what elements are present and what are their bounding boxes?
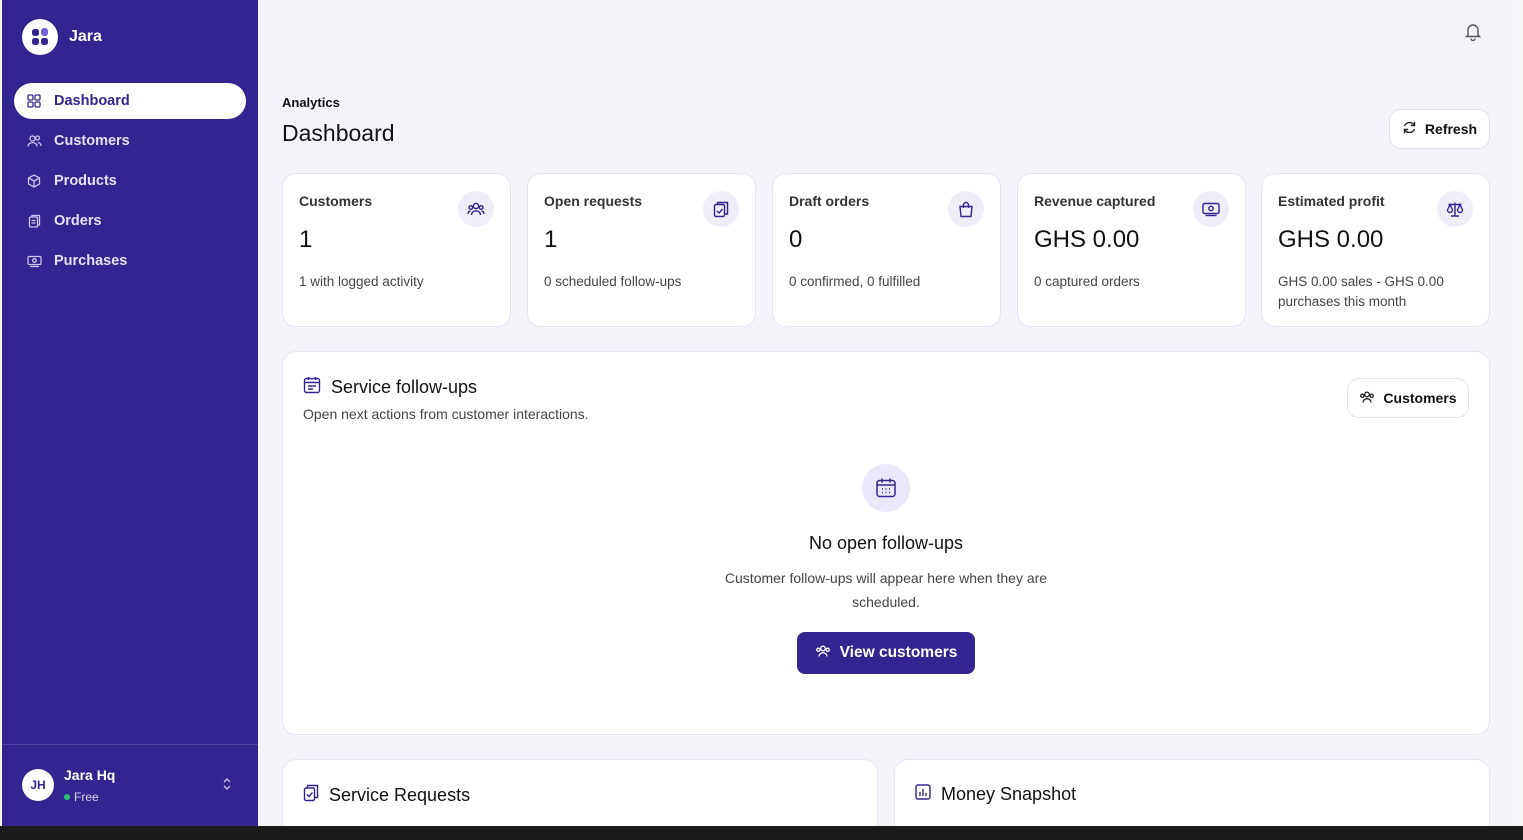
empty-state-title: No open follow-ups: [808, 533, 964, 553]
brand[interactable]: Jara: [22, 19, 102, 55]
customers-button[interactable]: Customers: [1347, 378, 1469, 418]
grid-icon: [26, 93, 42, 109]
cash-icon: [1193, 191, 1229, 227]
refresh-label: Refresh: [1424, 121, 1478, 137]
stat-value: GHS 0.00: [1034, 226, 1140, 253]
user-menu[interactable]: JH Jara Hq Free: [2, 744, 258, 826]
panel-title-text: Service Requests: [329, 785, 471, 805]
window-bottom-bar: [0, 826, 1523, 840]
sidebar-item-orders[interactable]: Orders: [14, 203, 246, 239]
stat-label: Estimated profit: [1278, 193, 1385, 209]
stat-subtext: 0 scheduled follow-ups: [544, 274, 682, 289]
plan-label: Free: [74, 790, 99, 804]
clipboard-icon: [303, 784, 319, 807]
stat-label: Revenue captured: [1034, 193, 1156, 209]
page-eyebrow: Analytics: [282, 95, 340, 110]
clipboard-check-icon: [703, 191, 739, 227]
stat-card-estimated-profit[interactable]: Estimated profit GHS 0.00 GHS 0.00 sales…: [1261, 173, 1490, 327]
service-requests-panel: Service Requests: [282, 759, 878, 826]
sidebar-item-label: Customers: [54, 133, 130, 149]
users-icon: [26, 133, 42, 149]
user-name: Jara Hq: [64, 767, 116, 783]
brand-name: Jara: [69, 28, 102, 45]
stat-value: 1: [544, 226, 558, 253]
avatar: JH: [22, 769, 54, 801]
view-customers-button[interactable]: View customers: [797, 632, 975, 674]
panel-title-text: Money Snapshot: [941, 784, 1077, 804]
calendar-icon: [862, 464, 910, 512]
users-icon: [815, 644, 831, 663]
bell-icon[interactable]: [1463, 21, 1483, 46]
customers-button-label: Customers: [1383, 390, 1457, 406]
stat-card-revenue-captured[interactable]: Revenue captured GHS 0.00 0 captured ord…: [1017, 173, 1246, 327]
panel-title-text: Service follow-ups: [331, 377, 478, 397]
stat-label: Open requests: [544, 193, 643, 209]
panel-description: Open next actions from customer interact…: [303, 406, 589, 422]
sidebar-nav: Dashboard Customers Products Orders Purc…: [14, 83, 246, 283]
users-icon: [458, 191, 494, 227]
calendar-icon: [303, 376, 321, 399]
stat-label: Draft orders: [789, 193, 870, 209]
stat-label: Customers: [299, 193, 373, 209]
scale-icon: [1437, 191, 1473, 227]
sidebar-item-label: Orders: [54, 213, 102, 229]
sidebar-item-customers[interactable]: Customers: [14, 123, 246, 159]
sidebar-item-label: Purchases: [54, 253, 128, 269]
service-followups-panel: Service follow-ups Open next actions fro…: [282, 351, 1490, 735]
sidebar-item-label: Products: [54, 173, 117, 189]
refresh-button[interactable]: Refresh: [1389, 109, 1490, 149]
panel-title: Service Requests: [303, 784, 470, 807]
stat-subtext: 1 with logged activity: [299, 274, 424, 289]
cash-icon: [26, 253, 42, 269]
stat-card-open-requests[interactable]: Open requests 1 0 scheduled follow-ups: [527, 173, 756, 327]
stat-card-customers[interactable]: Customers 1 1 with logged activity: [282, 173, 511, 327]
stat-value: 0: [789, 226, 803, 253]
panel-title: Service follow-ups: [303, 376, 477, 399]
user-plan: Free: [64, 790, 99, 804]
sidebar-item-dashboard[interactable]: Dashboard: [14, 83, 246, 119]
brand-logo-icon: [22, 19, 58, 55]
stat-value: GHS 0.00: [1278, 226, 1384, 253]
app-window: Jara Dashboard Customers Products Orders…: [0, 0, 1523, 826]
stat-subtext: 0 captured orders: [1034, 274, 1140, 289]
sidebar: Jara Dashboard Customers Products Orders…: [2, 0, 258, 826]
money-snapshot-panel: Money Snapshot: [894, 759, 1490, 826]
status-dot-icon: [64, 794, 70, 800]
clipboard-icon: [26, 213, 42, 229]
stat-card-draft-orders[interactable]: Draft orders 0 0 confirmed, 0 fulfilled: [772, 173, 1001, 327]
stat-subtext: 0 confirmed, 0 fulfilled: [789, 274, 921, 289]
box-icon: [26, 173, 42, 189]
users-icon: [1359, 390, 1375, 407]
sidebar-item-purchases[interactable]: Purchases: [14, 243, 246, 279]
chevron-up-down-icon[interactable]: [222, 777, 232, 796]
empty-state-description: Customer follow-ups will appear here whe…: [724, 570, 1048, 610]
stat-value: 1: [299, 226, 313, 253]
shopping-bag-icon: [948, 191, 984, 227]
panel-title: Money Snapshot: [915, 784, 1076, 805]
bar-chart-icon: [915, 784, 931, 805]
sidebar-item-label: Dashboard: [54, 93, 130, 109]
refresh-icon: [1402, 120, 1417, 138]
view-customers-label: View customers: [839, 644, 958, 661]
stat-subtext: GHS 0.00 sales - GHS 0.00 purchases this…: [1278, 274, 1444, 309]
sidebar-item-products[interactable]: Products: [14, 163, 246, 199]
page-title: Dashboard: [282, 120, 395, 146]
page-scrollbar[interactable]: [1514, 0, 1523, 826]
